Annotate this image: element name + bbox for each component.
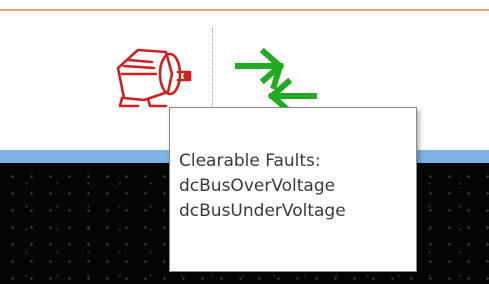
fault-item-dc-bus-over-voltage: dcBusOverVoltage	[179, 176, 336, 196]
drive-status-view: Clearable Faults: dcBusOverVoltage dcBus…	[0, 0, 489, 284]
header-rule	[0, 9, 489, 11]
tooltip-content: Clearable Faults: dcBusOverVoltage dcBus…	[179, 149, 346, 224]
motor-icon[interactable]	[108, 42, 200, 110]
fault-item-dc-bus-under-voltage: dcBusUnderVoltage	[179, 201, 346, 221]
tooltip-title: Clearable Faults:	[179, 151, 321, 171]
transfer-arrows-icon[interactable]	[234, 46, 318, 115]
fault-tooltip: Clearable Faults: dcBusOverVoltage dcBus…	[169, 107, 417, 272]
